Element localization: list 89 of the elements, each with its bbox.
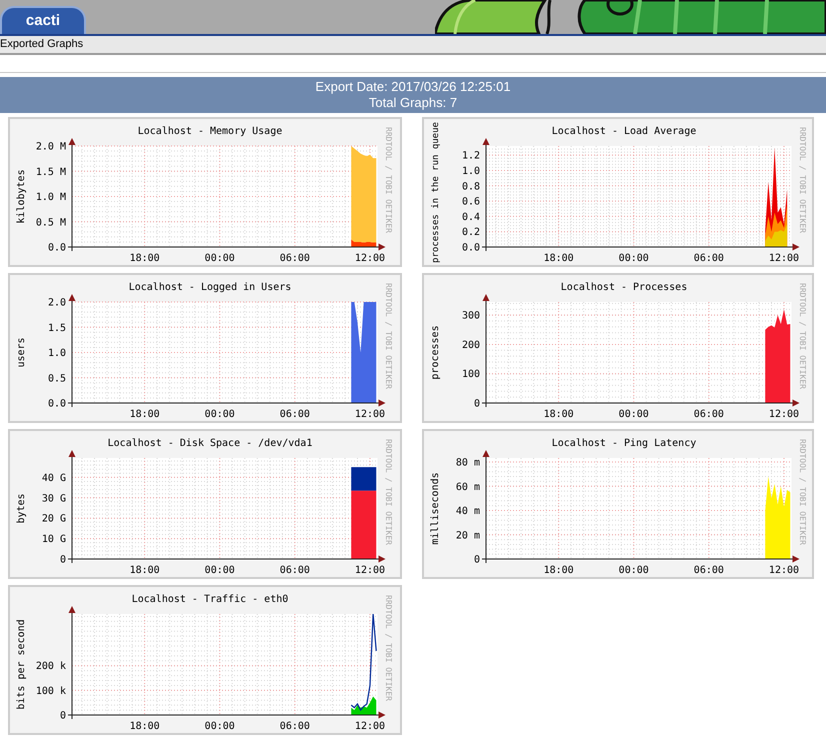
y-tick-label: 1.0 M — [36, 192, 66, 203]
y-tick-label: 0.8 — [462, 181, 480, 192]
x-tick-label: 00:00 — [204, 253, 235, 264]
x-tick-label: 12:00 — [768, 253, 800, 264]
x-tick-label: 12:00 — [768, 409, 800, 420]
x-tick-label: 00:00 — [618, 253, 649, 264]
y-tick-label: 200 — [462, 340, 480, 351]
x-tick-label: 12:00 — [354, 253, 386, 264]
data-area — [351, 696, 376, 715]
y-tick-label: 0.0 — [462, 242, 480, 254]
x-tick-label: 06:00 — [694, 253, 724, 264]
x-tick-label: 00:00 — [204, 721, 235, 732]
y-tick-label: 10 G — [42, 534, 66, 546]
y-axis-label: kilobytes — [16, 169, 27, 224]
x-tick-label: 18:00 — [130, 721, 160, 732]
graph-title: Localhost - Load Average — [552, 126, 696, 137]
credit-label: RRDTOOL / TOBI OETIKER — [798, 439, 807, 545]
y-tick-label: 40 G — [42, 472, 66, 484]
x-tick-label: 12:00 — [354, 721, 386, 732]
y-axis-label: processes — [430, 325, 441, 380]
y-tick-label: 0.4 — [462, 212, 480, 223]
y-axis-label: users — [16, 337, 27, 368]
y-tick-label: 80 m — [456, 458, 480, 468]
y-tick-label: 100 k — [36, 686, 66, 697]
x-tick-label: 06:00 — [694, 565, 724, 576]
y-tick-label: 20 G — [42, 514, 66, 525]
x-tick-label: 18:00 — [544, 565, 574, 576]
y-tick-label: 1.5 — [48, 322, 66, 334]
y-tick-label: 0.0 — [48, 242, 66, 254]
x-tick-label: 06:00 — [280, 253, 310, 264]
y-tick-label: 0 — [474, 554, 480, 566]
y-tick-label: 300 — [462, 310, 480, 322]
x-tick-label: 00:00 — [204, 565, 235, 576]
credit-label: RRDTOOL / TOBI OETIKER — [384, 283, 393, 389]
x-tick-label: 12:00 — [354, 565, 386, 576]
y-tick-label: 20 m — [456, 530, 480, 542]
y-axis-label: bytes — [16, 493, 27, 524]
x-tick-label: 12:00 — [354, 409, 386, 420]
y-tick-label: 0.5 — [48, 373, 66, 384]
y-tick-label: 0.2 — [462, 227, 480, 238]
breadcrumb: Exported Graphs — [0, 37, 84, 52]
credit-label: RRDTOOL / TOBI OETIKER — [384, 595, 393, 701]
y-axis-label: processes in the run queue — [431, 122, 441, 263]
graph-title: Localhost - Traffic - eth0 — [132, 594, 288, 605]
x-tick-label: 00:00 — [618, 409, 649, 420]
y-tick-label: 2.0 M — [36, 142, 66, 152]
x-tick-label: 06:00 — [280, 409, 310, 420]
x-tick-label: 12:00 — [768, 565, 800, 576]
credit-label: RRDTOOL / TOBI OETIKER — [384, 127, 393, 233]
x-tick-label: 18:00 — [544, 409, 574, 420]
y-tick-label: 0 — [474, 398, 480, 410]
credit-label: RRDTOOL / TOBI OETIKER — [384, 439, 393, 545]
y-tick-label: 0 — [60, 554, 66, 566]
cacti-tab[interactable]: cacti — [0, 6, 86, 34]
y-axis-label: milliseconds — [430, 472, 441, 545]
y-tick-label: 200 k — [36, 661, 66, 672]
y-axis-label: bits per second — [16, 619, 27, 710]
graph-title: Localhost - Memory Usage — [138, 126, 282, 137]
y-tick-label: 0.0 — [48, 398, 66, 410]
graph-title: Localhost - Processes — [560, 282, 688, 293]
y-tick-label: 1.5 M — [36, 166, 66, 178]
credit-label: RRDTOOL / TOBI OETIKER — [798, 283, 807, 389]
y-tick-label: 30 G — [42, 493, 66, 504]
y-tick-label: 0.6 — [462, 196, 480, 208]
y-tick-label: 0.5 M — [36, 217, 66, 228]
graph-title: Localhost - Logged in Users — [128, 282, 292, 293]
y-tick-label: 100 — [462, 369, 480, 380]
x-tick-label: 18:00 — [130, 409, 160, 420]
x-tick-label: 06:00 — [280, 565, 310, 576]
y-tick-label: 40 m — [456, 506, 480, 517]
y-tick-label: 1.0 — [462, 166, 480, 177]
y-tick-label: 60 m — [456, 482, 480, 493]
x-tick-label: 18:00 — [130, 565, 160, 576]
x-tick-label: 06:00 — [280, 721, 310, 732]
export-date: Export Date: 2017/03/26 12:25:01 — [315, 79, 511, 95]
graph-title: Localhost - Disk Space - /dev/vda1 — [108, 438, 312, 449]
total-graphs: Total Graphs: 7 — [368, 95, 458, 111]
data-area — [765, 224, 788, 247]
y-tick-label: 1.0 — [48, 348, 66, 359]
y-tick-label: 1.2 — [462, 150, 480, 162]
graph-title: Localhost - Ping Latency — [552, 438, 696, 449]
x-tick-label: 06:00 — [694, 409, 724, 420]
x-tick-label: 18:00 — [130, 253, 160, 264]
x-tick-label: 00:00 — [618, 565, 649, 576]
x-tick-label: 18:00 — [544, 253, 574, 264]
y-tick-label: 0 — [60, 710, 66, 722]
y-tick-label: 2.0 — [48, 298, 66, 308]
credit-label: RRDTOOL / TOBI OETIKER — [798, 127, 807, 233]
x-tick-label: 00:00 — [204, 409, 235, 420]
